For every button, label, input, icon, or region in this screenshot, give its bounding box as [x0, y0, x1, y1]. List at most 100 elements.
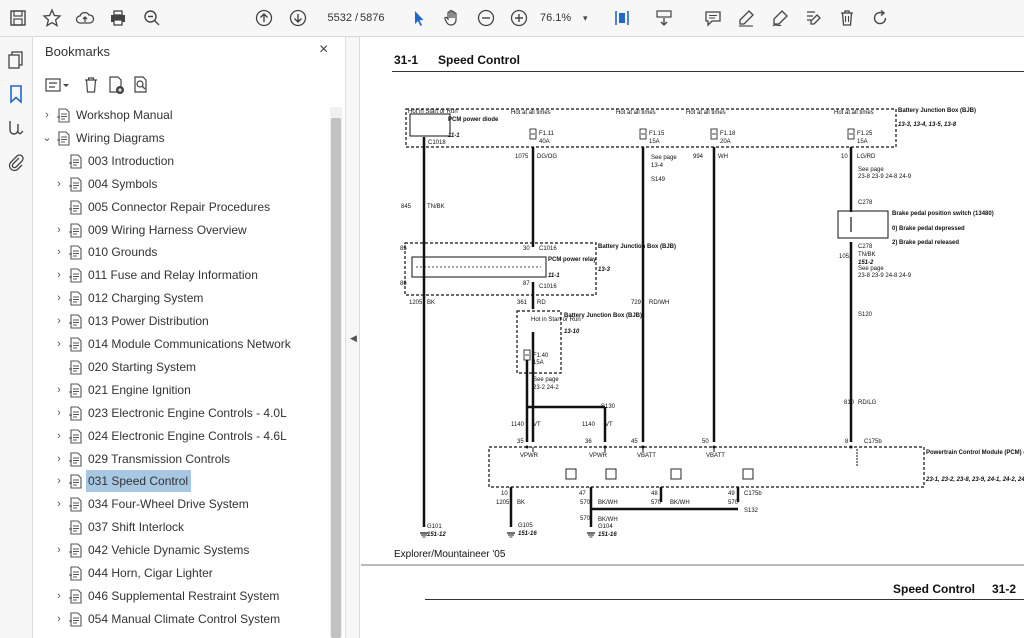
delete-bookmark-icon[interactable]: [85, 77, 97, 93]
diagram-label: Battery Junction Box (BJB): [564, 313, 642, 319]
bookmark-item[interactable]: › 009 Wiring Harness Overview: [33, 219, 331, 241]
highlight-icon[interactable]: [734, 7, 758, 29]
edit-icon[interactable]: [801, 7, 825, 29]
chevron-right-icon[interactable]: ›: [53, 425, 65, 447]
diagram-label: 23-1, 23-2, 23-8, 23-9, 24-1, 24-2, 24-8…: [925, 477, 1024, 483]
chevron-right-icon[interactable]: ›: [53, 608, 65, 630]
diagram-label: VBATT: [637, 453, 656, 459]
bookmark-item[interactable]: › 004 Symbols: [33, 173, 331, 195]
bookmark-item[interactable]: › 013 Power Distribution: [33, 310, 331, 332]
bookmark-item[interactable]: › 023 Electronic Engine Controls - 4.0L: [33, 402, 331, 424]
chevron-right-icon[interactable]: ›: [53, 448, 65, 470]
bookmark-item[interactable]: › 054 Manual Climate Control System: [33, 608, 331, 630]
page-up-icon[interactable]: [252, 7, 276, 29]
bookmark-item[interactable]: › 042 Vehicle Dynamic Systems: [33, 539, 331, 561]
paperclip-icon[interactable]: [6, 152, 26, 172]
bookmark-item[interactable]: › 024 Electronic Engine Controls - 4.6L: [33, 425, 331, 447]
fit-page-icon[interactable]: [610, 7, 634, 29]
component-box: [565, 468, 577, 480]
chevron-right-icon[interactable]: ›: [53, 310, 65, 332]
bookmark-scroll-thumb[interactable]: [331, 118, 341, 638]
rotate-icon[interactable]: [868, 7, 892, 29]
sign-icon[interactable]: [768, 7, 792, 29]
diagram-label: F1.25: [857, 131, 873, 137]
diagram-label: F1.11: [539, 131, 555, 137]
chevron-right-icon[interactable]: ›: [53, 241, 65, 263]
diagram-label: BK: [427, 300, 435, 306]
bookmark-item[interactable]: › 012 Charging System: [33, 287, 331, 309]
bookmark-item[interactable]: › 029 Transmission Controls: [33, 448, 331, 470]
add-bookmark-icon[interactable]: [109, 76, 124, 94]
chevron-right-icon[interactable]: ›: [53, 470, 65, 492]
zoom-out-icon[interactable]: [474, 7, 498, 29]
bookmark-item[interactable]: 005 Connector Repair Procedures: [33, 196, 331, 218]
diagram-label: 845: [401, 204, 412, 210]
diagram-label: G104: [598, 524, 613, 530]
bookmark-label: Workshop Manual: [76, 108, 173, 122]
diagram-label: VPWR: [520, 453, 539, 459]
bookmark-label: 054 Manual Climate Control System: [88, 611, 281, 626]
chevron-right-icon[interactable]: ›: [53, 379, 65, 401]
hand-icon[interactable]: [440, 7, 464, 29]
bookmark-item[interactable]: 044 Horn, Cigar Lighter: [33, 562, 331, 584]
chevron-right-icon[interactable]: ›: [41, 104, 53, 126]
zoom-level-input[interactable]: 76.1%: [540, 9, 576, 27]
document-view[interactable]: 31-1 Speed Control Hot in Start or Run PC…: [361, 37, 1024, 638]
chevron-right-icon[interactable]: ›: [53, 287, 65, 309]
bookmark-item[interactable]: 037 Shift Interlock: [33, 516, 331, 538]
chevron-right-icon[interactable]: ›: [53, 539, 65, 561]
page-number-input[interactable]: 5532: [318, 9, 354, 27]
bookmark-item[interactable]: › 034 Four-Wheel Drive System: [33, 493, 331, 515]
delete-icon[interactable]: [835, 7, 859, 29]
bookmark-item[interactable]: › 011 Fuse and Relay Information: [33, 264, 331, 286]
diagram-label: 30: [523, 246, 530, 252]
find-bookmark-icon[interactable]: [134, 76, 147, 93]
bookmark-item[interactable]: › 010 Grounds: [33, 241, 331, 263]
diagram-label: BK/WH: [670, 500, 690, 506]
diagram-label: 1140: [582, 422, 596, 428]
bookmark-icon[interactable]: [6, 84, 26, 104]
bookmark-item[interactable]: › 046 Supplemental Restraint System: [33, 585, 331, 607]
chevron-right-icon[interactable]: ›: [53, 402, 65, 424]
star-icon[interactable]: [40, 7, 64, 29]
bookmark-item[interactable]: › 014 Module Communications Network: [33, 333, 331, 355]
diagram-label: C175b: [744, 491, 762, 497]
bookmark-item[interactable]: ⌄ Wiring Diagrams: [33, 127, 331, 149]
bookmark-page-icon: [69, 566, 83, 581]
comment-icon[interactable]: [701, 7, 725, 29]
diagram-label: RD/WH: [649, 300, 669, 306]
chevron-right-icon[interactable]: ›: [53, 173, 65, 195]
diagram-label: 1075: [515, 154, 529, 160]
close-panel-button[interactable]: ×: [319, 41, 328, 59]
chevron-down-icon[interactable]: ⌄: [41, 127, 53, 149]
collapse-panel-icon[interactable]: ◀: [350, 333, 357, 344]
upload-icon[interactable]: [73, 7, 97, 29]
chevron-right-icon[interactable]: ›: [53, 493, 65, 515]
print-icon[interactable]: [106, 7, 130, 29]
bookmark-item[interactable]: › Workshop Manual: [33, 104, 331, 126]
bookmark-item[interactable]: 003 Introduction: [33, 150, 331, 172]
zoom-search-icon[interactable]: [140, 7, 164, 29]
bookmark-label: 044 Horn, Cigar Lighter: [88, 566, 213, 580]
page-down-icon[interactable]: [286, 7, 310, 29]
chevron-right-icon[interactable]: ›: [53, 333, 65, 355]
zoom-dropdown-icon[interactable]: ▾: [583, 9, 588, 27]
bookmark-item[interactable]: › 021 Engine Ignition: [33, 379, 331, 401]
chevron-right-icon[interactable]: ›: [53, 585, 65, 607]
pages-icon[interactable]: [6, 50, 26, 70]
chevron-right-icon[interactable]: ›: [53, 219, 65, 241]
component-box: [742, 468, 754, 480]
diagram-label: S120: [858, 312, 873, 318]
zoom-in-icon[interactable]: [507, 7, 531, 29]
attachments-tool-icon[interactable]: [6, 118, 26, 138]
select-cursor-icon[interactable]: [407, 7, 431, 29]
diagram-label: 729: [631, 300, 642, 306]
scroll-mode-icon[interactable]: [652, 7, 676, 29]
diagram-label: 2) Brake pedal released: [892, 240, 959, 246]
chevron-right-icon[interactable]: ›: [53, 264, 65, 286]
bookmark-item[interactable]: 020 Starting System: [33, 356, 331, 378]
diagram-label: 10: [501, 491, 508, 497]
options-menu-icon[interactable]: [45, 78, 69, 92]
bookmark-item[interactable]: › 031 Speed Control: [33, 470, 331, 493]
save-icon[interactable]: [6, 7, 30, 29]
